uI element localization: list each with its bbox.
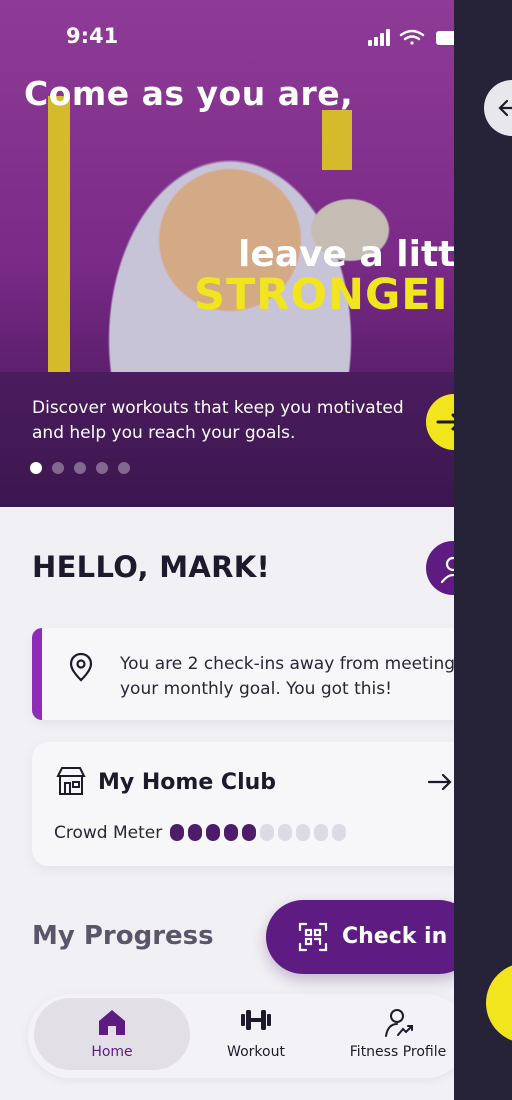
- carousel-dot[interactable]: [118, 462, 130, 474]
- carousel-dot[interactable]: [96, 462, 108, 474]
- carousel-dots[interactable]: [30, 462, 130, 474]
- crowd-meter-segment: [296, 824, 310, 841]
- fitness-profile-icon: [385, 1009, 413, 1037]
- hero-banner[interactable]: 9:41 Come as you are, leave a litt STRON…: [0, 0, 454, 507]
- signal-icon: [368, 29, 390, 46]
- store-icon: [56, 767, 86, 795]
- tab-workout-label: Workout: [227, 1044, 285, 1060]
- status-icons: [368, 29, 454, 46]
- arrow-left-icon: [498, 99, 512, 117]
- hero-subheadline: leave a litt: [238, 234, 454, 275]
- status-time: 9:41: [66, 24, 119, 48]
- crowd-meter-segment: [260, 824, 274, 841]
- home-club-card[interactable]: My Home Club Crowd Meter: [32, 742, 454, 866]
- crowd-meter-segment: [224, 824, 238, 841]
- home-screen: 9:41 Come as you are, leave a litt STRON…: [0, 0, 454, 1100]
- goal-card-accent: [32, 628, 42, 720]
- crowd-meter-label: Crowd Meter: [54, 823, 163, 843]
- crowd-meter-segment: [278, 824, 292, 841]
- side-panel: [454, 0, 512, 1100]
- crowd-meter-segment: [242, 824, 256, 841]
- wifi-icon: [399, 29, 425, 45]
- home-icon: [99, 1010, 125, 1035]
- dumbbell-icon: [241, 1010, 271, 1030]
- profile-button[interactable]: [426, 541, 454, 595]
- side-action-button[interactable]: [486, 963, 512, 1043]
- carousel-dot[interactable]: [52, 462, 64, 474]
- check-in-button[interactable]: Check in: [266, 900, 454, 974]
- tab-fitness-profile[interactable]: Fitness Profile: [338, 994, 454, 1078]
- carousel-dot[interactable]: [30, 462, 42, 474]
- arrow-right-icon[interactable]: [428, 772, 454, 792]
- home-club-title: My Home Club: [98, 770, 277, 795]
- arrow-right-icon: [436, 413, 454, 431]
- crowd-meter-segment: [170, 824, 184, 841]
- tab-home-label: Home: [91, 1044, 133, 1060]
- crowd-meter-segment: [206, 824, 220, 841]
- hero-photo-rack: [48, 96, 70, 372]
- crowd-meter: [170, 824, 346, 841]
- crowd-meter-segment: [188, 824, 202, 841]
- check-in-label: Check in: [342, 924, 448, 949]
- hero-photo-rack-top: [322, 110, 352, 170]
- carousel-dot[interactable]: [74, 462, 86, 474]
- greeting-title: HELLO, MARK!: [32, 550, 271, 584]
- tab-home[interactable]: Home: [34, 994, 190, 1078]
- checkin-goal-card[interactable]: You are 2 check-ins away from meeting yo…: [32, 628, 454, 720]
- tab-fitness-profile-label: Fitness Profile: [349, 1044, 447, 1060]
- back-button[interactable]: [484, 80, 512, 136]
- tab-workout[interactable]: Workout: [204, 994, 308, 1078]
- goal-message: You are 2 check-ins away from meeting yo…: [120, 654, 454, 699]
- crowd-meter-segment: [332, 824, 346, 841]
- user-icon: [440, 556, 454, 584]
- location-pin-icon: [69, 652, 93, 682]
- crowd-meter-segment: [314, 824, 328, 841]
- hero-headline: Come as you are,: [24, 74, 354, 113]
- qr-code-icon: [298, 922, 328, 952]
- bottom-tab-bar: Home Workout Fitness Profile: [28, 994, 454, 1078]
- hero-highlight: STRONGEI: [194, 270, 449, 320]
- hero-description: Discover workouts that keep you motivate…: [32, 398, 404, 443]
- battery-icon: [436, 31, 454, 45]
- my-progress-title: My Progress: [32, 921, 214, 951]
